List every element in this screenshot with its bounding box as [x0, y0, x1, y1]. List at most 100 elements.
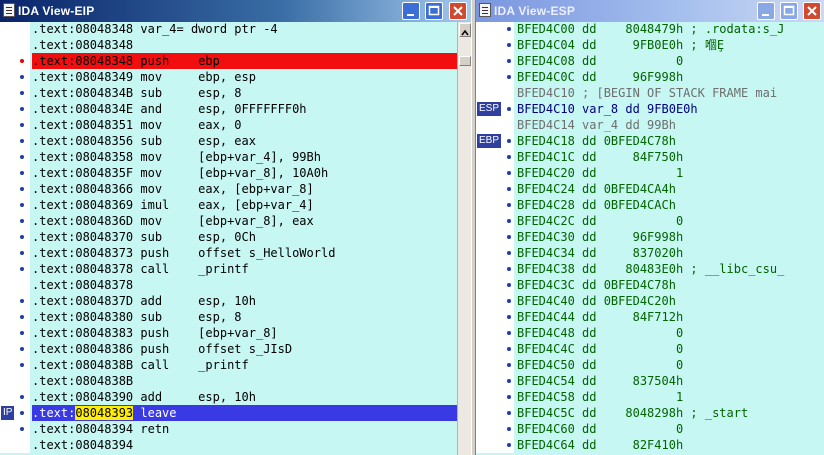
line-text: .text:08048348: [32, 38, 134, 52]
gutter: [0, 325, 30, 341]
stack-line[interactable]: BFED4C44 dd 84F712h: [476, 309, 824, 325]
line-text: .text:08048348 push ebp: [32, 53, 457, 69]
stack-line[interactable]: BFED4C50 dd 0: [476, 357, 824, 373]
stack-line[interactable]: BFED4C3C dd 0BFED4C78h: [476, 277, 824, 293]
bullet-icon: [507, 251, 511, 255]
maximize-button[interactable]: [425, 2, 443, 20]
minimize-button[interactable]: [757, 2, 775, 20]
gutter: [0, 181, 30, 197]
stack-line[interactable]: BFED4C38 dd 80483E0h ; __libc_csu_: [476, 261, 824, 277]
stack-line[interactable]: BFED4C2C dd 0: [476, 213, 824, 229]
register-pointer-badge: ESP: [477, 102, 502, 116]
stack-line[interactable]: BFED4C0C dd 96F998h: [476, 69, 824, 85]
stack-line[interactable]: BFED4C60 dd 0: [476, 421, 824, 437]
stack-line[interactable]: ESP BFED4C10 var_8 dd 9FB0E0h: [476, 101, 824, 117]
stack-line[interactable]: BFED4C4C dd 0: [476, 341, 824, 357]
stack-line[interactable]: BFED4C10 ; [BEGIN OF STACK FRAME mai: [476, 85, 824, 101]
stack-line[interactable]: BFED4C40 dd 0BFED4C20h: [476, 293, 824, 309]
disassembly-line[interactable]: .text:08048378 call _printf: [0, 261, 457, 277]
stack-line[interactable]: BFED4C1C dd 84F750h: [476, 149, 824, 165]
stack-line[interactable]: BFED4C08 dd 0: [476, 53, 824, 69]
bullet-icon: [507, 27, 511, 31]
disassembly-line[interactable]: .text:0804837D add esp, 10h: [0, 293, 457, 309]
minimize-button[interactable]: [402, 2, 420, 20]
line-text: BFED4C58 dd 1: [517, 390, 684, 404]
bullet-icon: [507, 75, 511, 79]
disassembly-line[interactable]: .text:08048383 push [ebp+var_8]: [0, 325, 457, 341]
disassembly-line[interactable]: .text:08048348 push ebp: [0, 53, 457, 69]
bullet-icon: [507, 139, 511, 143]
disassembly-line[interactable]: .text:08048356 sub esp, eax: [0, 133, 457, 149]
gutter: [0, 245, 30, 261]
stack-line[interactable]: BFED4C48 dd 0: [476, 325, 824, 341]
stack-line[interactable]: BFED4C64 dd 82F410h: [476, 437, 824, 453]
eip-titlebar[interactable]: IDA View-EIP: [0, 0, 471, 22]
gutter: [0, 373, 30, 389]
stack-line[interactable]: BFED4C28 dd 0BFED4CACh: [476, 197, 824, 213]
line-text: BFED4C14 var_4 dd 99Bh: [517, 118, 676, 132]
stack-line[interactable]: EBP BFED4C18 dd 0BFED4C78h: [476, 133, 824, 149]
stack-line[interactable]: BFED4C00 dd 8048479h ; .rodata:s_J: [476, 22, 824, 37]
line-text: BFED4C10 var_8 dd 9FB0E0h: [517, 102, 698, 116]
stack-line[interactable]: BFED4C30 dd 96F998h: [476, 229, 824, 245]
disassembly-line[interactable]: .text:08048380 sub esp, 8: [0, 309, 457, 325]
disassembly-line[interactable]: .text:08048349 mov ebp, esp: [0, 69, 457, 85]
minimize-icon: [407, 14, 414, 16]
gutter: [0, 437, 30, 453]
maximize-button[interactable]: [780, 2, 798, 20]
bullet-icon: [507, 299, 511, 303]
disassembly-line[interactable]: .text:0804834B sub esp, 8: [0, 85, 457, 101]
line-text: .text:08048380 sub esp, 8: [32, 310, 242, 324]
scroll-thumb[interactable]: [459, 56, 471, 66]
line-text: BFED4C3C dd 0BFED4C78h: [517, 278, 676, 292]
line-text: .text:08048383 push [ebp+var_8]: [32, 326, 278, 340]
close-button[interactable]: [803, 2, 821, 20]
bullet-icon: [507, 107, 511, 111]
disassembly-line[interactable]: .text:0804835F mov [ebp+var_8], 10A0h: [0, 165, 457, 181]
current-address: 08048393: [75, 406, 134, 420]
bullet-icon: [20, 315, 24, 319]
bullet-icon: [20, 155, 24, 159]
disassembly-line[interactable]: .text:08048386 push offset s_JIsD: [0, 341, 457, 357]
disassembly-line[interactable]: .text:08048348: [0, 37, 457, 53]
stack-line[interactable]: BFED4C04 dd 9FB0E0h ; 嗰Ȩ: [476, 37, 824, 53]
stack-line[interactable]: BFED4C54 dd 837504h: [476, 373, 824, 389]
stack-line[interactable]: BFED4C20 dd 1: [476, 165, 824, 181]
disassembly-line[interactable]: .text:08048370 sub esp, 0Ch: [0, 229, 457, 245]
disassembly-line[interactable]: .text:08048394: [0, 437, 457, 453]
disassembly-line[interactable]: .text:0804838B call _printf: [0, 357, 457, 373]
maximize-icon: [428, 5, 440, 16]
line-text: BFED4C60 dd 0: [517, 422, 684, 436]
disassembly-line[interactable]: .text:08048366 mov eax, [ebp+var_8]: [0, 181, 457, 197]
close-button[interactable]: [449, 2, 467, 20]
scroll-up-button[interactable]: [459, 23, 471, 37]
stack-line[interactable]: BFED4C24 dd 0BFED4CA4h: [476, 181, 824, 197]
disassembly-line[interactable]: .text:0804836D mov [ebp+var_8], eax: [0, 213, 457, 229]
disassembly-line[interactable]: .text:0804834E and esp, 0FFFFFFF0h: [0, 101, 457, 117]
disassembly-line[interactable]: .text:0804838B: [0, 373, 457, 389]
esp-titlebar[interactable]: IDA View-ESP: [476, 0, 824, 22]
stack-listing[interactable]: BFED4C00 dd 8048479h ; .rodata:s_J BFED4C…: [476, 22, 824, 455]
disassembly-line[interactable]: .text:08048394 retn: [0, 421, 457, 437]
instruction: leave: [133, 406, 177, 420]
register-pointer-badge: IP: [1, 406, 15, 420]
disassembly-listing[interactable]: .text:08048348 var_4= dword ptr -4 .text:…: [0, 22, 457, 455]
stack-line[interactable]: BFED4C5C dd 8048298h ; _start: [476, 405, 824, 421]
line-text: .text:08048394: [32, 438, 134, 452]
disassembly-line[interactable]: .text:08048378: [0, 277, 457, 293]
disassembly-line[interactable]: .text:08048390 add esp, 10h: [0, 389, 457, 405]
stack-line[interactable]: BFED4C34 dd 837020h: [476, 245, 824, 261]
stack-line[interactable]: BFED4C14 var_4 dd 99Bh: [476, 117, 824, 133]
disassembly-line[interactable]: IP .text:08048393 leave: [0, 405, 457, 421]
disassembly-line[interactable]: .text:08048351 mov eax, 0: [0, 117, 457, 133]
line-text: BFED4C54 dd 837504h: [517, 374, 684, 388]
disassembly-line[interactable]: .text:08048348 var_4= dword ptr -4: [0, 22, 457, 37]
eip-vertical-scrollbar[interactable]: [457, 22, 471, 455]
disassembly-line[interactable]: .text:08048373 push offset s_HelloWorld: [0, 245, 457, 261]
line-text: .text:0804838B call _printf: [32, 358, 249, 372]
disassembly-line[interactable]: .text:08048369 imul eax, [ebp+var_4]: [0, 197, 457, 213]
line-text: .text:08048393 leave: [32, 405, 457, 421]
disassembly-line[interactable]: .text:08048358 mov [ebp+var_4], 99Bh: [0, 149, 457, 165]
breakpoint-icon[interactable]: [20, 59, 24, 63]
stack-line[interactable]: BFED4C58 dd 1: [476, 389, 824, 405]
